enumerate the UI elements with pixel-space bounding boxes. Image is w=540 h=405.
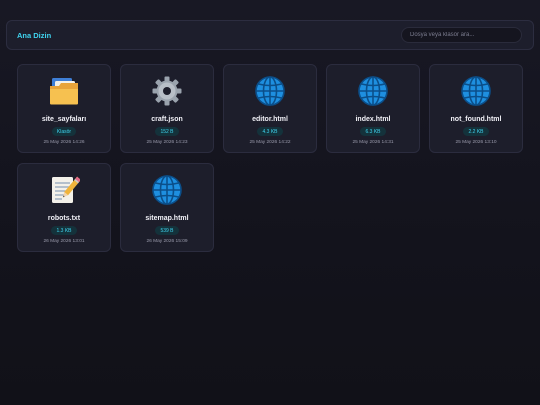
gear-icon (150, 74, 184, 108)
file-name: not_found.html (450, 116, 502, 123)
file-size-badge: 2.2 KB (463, 127, 489, 136)
file-date: 25 May 2026 14:22 (249, 140, 291, 145)
file-date: 26 May 2026 15:09 (146, 239, 188, 244)
file-date: 25 May 2026 14:23 (146, 140, 188, 145)
globe-icon (253, 74, 287, 108)
globe-icon (459, 74, 493, 108)
file-date: 25 May 2026 14:26 (43, 140, 85, 145)
file-size-badge: 1.3 KB (51, 226, 77, 235)
file-card-site-sayfalari[interactable]: site_sayfaları Klasör 25 May 2026 14:26 (17, 64, 111, 153)
file-size-badge: 539 B (155, 226, 179, 235)
file-card-index-html[interactable]: index.html 6.3 KB 25 May 2026 14:31 (326, 64, 420, 153)
file-size-badge: 152 B (155, 127, 179, 136)
file-date: 26 May 2026 13:01 (43, 239, 85, 244)
file-name: robots.txt (47, 215, 81, 222)
file-card-robots-txt[interactable]: robots.txt 1.3 KB 26 May 2026 13:01 (17, 163, 111, 252)
file-name: index.html (355, 116, 391, 123)
search-input[interactable] (401, 27, 522, 43)
file-size-badge: 6.3 KB (360, 127, 386, 136)
file-date: 25 May 2026 13:10 (455, 140, 497, 145)
breadcrumb-home[interactable]: Ana Dizin (17, 31, 51, 40)
file-name: editor.html (252, 116, 288, 123)
file-size-badge: 4.3 KB (257, 127, 283, 136)
globe-icon (356, 74, 390, 108)
file-card-craft-json[interactable]: craft.json 152 B 25 May 2026 14:23 (120, 64, 214, 153)
file-card-not-found-html[interactable]: not_found.html 2.2 KB 25 May 2026 13:10 (429, 64, 523, 153)
file-card-editor-html[interactable]: editor.html 4.3 KB 25 May 2026 14:22 (223, 64, 317, 153)
file-card-sitemap-html[interactable]: sitemap.html 539 B 26 May 2026 15:09 (120, 163, 214, 252)
folder-icon (47, 74, 81, 108)
file-size-badge: Klasör (51, 127, 77, 136)
globe-icon (150, 173, 184, 207)
file-name: sitemap.html (145, 215, 189, 222)
memo-icon (47, 173, 81, 207)
file-name: craft.json (151, 116, 183, 123)
file-grid: site_sayfaları Klasör 25 May 2026 14:26 (17, 64, 529, 252)
file-date: 25 May 2026 14:31 (352, 140, 394, 145)
top-bar: Ana Dizin (6, 20, 534, 50)
file-name: site_sayfaları (41, 116, 87, 123)
